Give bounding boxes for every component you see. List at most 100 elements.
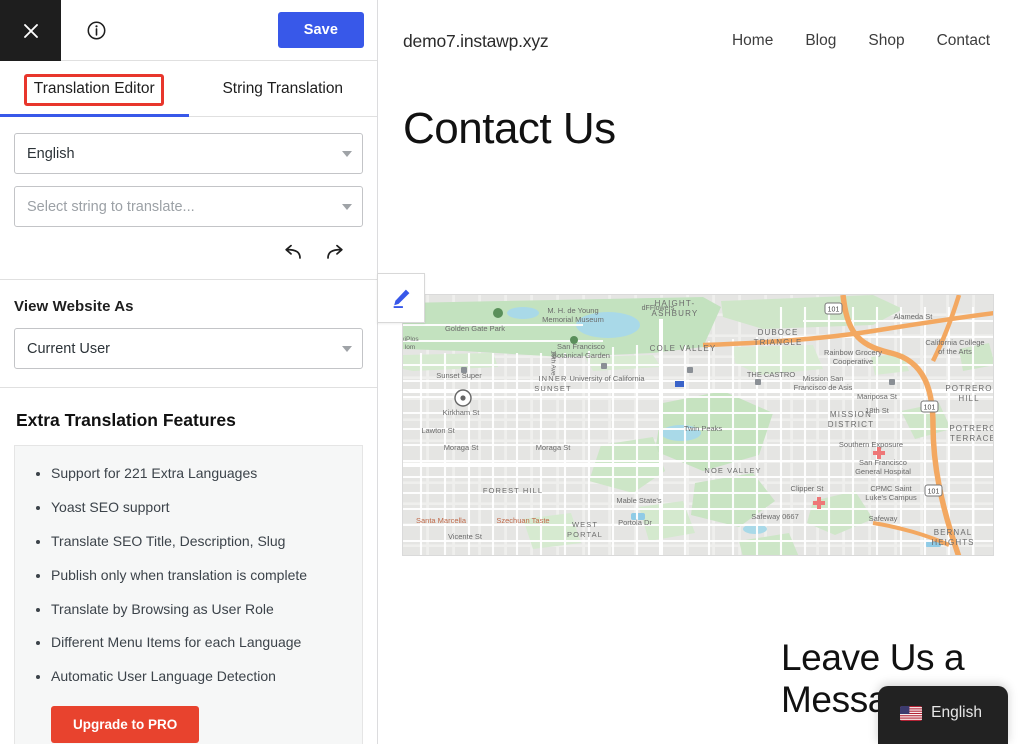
page-title: Contact Us <box>403 104 616 153</box>
chevron-down-icon <box>342 345 352 352</box>
svg-text:of the Arts: of the Arts <box>938 347 972 356</box>
close-icon[interactable] <box>0 0 61 61</box>
svg-text:POTRERO: POTRERO <box>945 384 992 393</box>
svg-text:Golden Gate Park: Golden Gate Park <box>445 324 505 333</box>
extra-features-title: Extra Translation Features <box>16 410 236 430</box>
svg-text:California College: California College <box>925 338 984 347</box>
save-button[interactable]: Save <box>277 12 364 48</box>
nav-link-contact[interactable]: Contact <box>937 32 990 50</box>
svg-text:NOE VALLEY: NOE VALLEY <box>704 466 761 475</box>
nav-link-home[interactable]: Home <box>732 32 773 50</box>
list-item: Support for 221 Extra Languages <box>51 464 348 483</box>
editor-topbar: Save <box>0 0 377 61</box>
svg-text:Clipper St: Clipper St <box>791 484 825 493</box>
extra-features-list: Support for 221 Extra Languages Yoast SE… <box>51 464 348 686</box>
extra-features-section: Extra Translation Features Support for 2… <box>0 388 377 744</box>
svg-text:Luke's Campus: Luke's Campus <box>865 493 917 502</box>
view-as-select[interactable]: Current User <box>14 328 363 369</box>
svg-text:kiPlos: kiPlos <box>403 336 419 343</box>
svg-text:DISTRICT: DISTRICT <box>828 420 875 429</box>
view-website-as-section: View Website As Current User <box>0 280 377 388</box>
site-logo[interactable]: demo7.instawp.xyz <box>403 31 549 52</box>
redo-arrow-icon[interactable] <box>325 241 349 265</box>
view-website-as-title: View Website As <box>14 298 134 315</box>
svg-text:Mission San: Mission San <box>803 374 844 383</box>
svg-text:101: 101 <box>928 489 940 496</box>
list-item: Different Menu Items for each Language <box>51 633 348 652</box>
map-canvas: 101 101 101 M. H. de Young Memorial Muse… <box>403 295 994 555</box>
svg-text:FOREST HILL: FOREST HILL <box>483 486 543 495</box>
extra-features-card: Support for 221 Extra Languages Yoast SE… <box>14 445 363 744</box>
language-switcher-badge[interactable]: English <box>878 686 1008 744</box>
svg-text:Moraga St: Moraga St <box>536 443 572 452</box>
svg-text:Memorial Museum: Memorial Museum <box>542 315 604 324</box>
pencil-edit-icon <box>393 289 410 308</box>
svg-text:SUNSET: SUNSET <box>534 384 572 393</box>
svg-text:Southern Exposure: Southern Exposure <box>839 440 903 449</box>
svg-text:San Francisco: San Francisco <box>859 458 907 467</box>
list-item: Publish only when translation is complet… <box>51 566 348 585</box>
nav-link-blog[interactable]: Blog <box>805 32 836 50</box>
string-select[interactable]: Select string to translate... <box>14 186 363 227</box>
tab-string-translation[interactable]: String Translation <box>189 61 378 116</box>
svg-text:19th Ave: 19th Ave <box>550 350 557 376</box>
list-item: Translate SEO Title, Description, Slug <box>51 532 348 551</box>
svg-text:Santa Marcella: Santa Marcella <box>416 516 467 525</box>
edit-pencil-button[interactable] <box>377 273 425 323</box>
list-item: Automatic User Language Detection <box>51 667 348 686</box>
tab-translation-editor[interactable]: Translation Editor <box>0 61 189 117</box>
svg-text:HILL: HILL <box>958 394 979 403</box>
svg-text:DUBOCE: DUBOCE <box>758 328 799 337</box>
svg-text:Kirkham St: Kirkham St <box>443 408 481 417</box>
svg-text:Mariposa St: Mariposa St <box>857 392 898 401</box>
nav-link-shop[interactable]: Shop <box>868 32 904 50</box>
svg-text:PORTAL: PORTAL <box>567 530 603 539</box>
site-header: demo7.instawp.xyz Home Blog Shop Contact <box>378 0 1024 82</box>
svg-text:101: 101 <box>924 405 936 412</box>
string-select-placeholder: Select string to translate... <box>27 198 195 215</box>
svg-text:Twin Peaks: Twin Peaks <box>684 424 723 433</box>
us-flag-icon <box>900 705 923 721</box>
contact-map[interactable]: 101 101 101 M. H. de Young Memorial Muse… <box>402 294 994 556</box>
svg-text:THE CASTRO: THE CASTRO <box>747 370 796 379</box>
translation-controls-section: English Select string to translate... <box>0 117 377 280</box>
svg-text:Francisco de Asis: Francisco de Asis <box>794 383 853 392</box>
svg-text:Lawton St: Lawton St <box>421 426 455 435</box>
upgrade-to-pro-button[interactable]: Upgrade to PRO <box>51 706 200 744</box>
svg-text:COLE VALLEY: COLE VALLEY <box>650 344 717 353</box>
svg-text:BERNAL: BERNAL <box>934 528 973 537</box>
svg-text:101: 101 <box>828 307 840 314</box>
svg-text:Portola Dr: Portola Dr <box>618 518 652 527</box>
svg-text:General Hospital: General Hospital <box>855 467 911 476</box>
svg-text:Cooperative: Cooperative <box>833 357 873 366</box>
chevron-down-icon <box>342 150 352 157</box>
tab-translation-editor-label: Translation Editor <box>33 79 155 97</box>
translation-editor-panel: Save Translation Editor String Translati… <box>0 0 378 744</box>
chevron-down-icon <box>342 203 352 210</box>
svg-text:WEST: WEST <box>572 520 598 529</box>
svg-text:18th St: 18th St <box>865 406 890 415</box>
svg-text:CPMC Saint: CPMC Saint <box>870 484 912 493</box>
list-item: Yoast SEO support <box>51 498 348 517</box>
info-circle-icon[interactable] <box>61 0 131 60</box>
svg-text:Vicente St: Vicente St <box>448 532 483 541</box>
editor-tabs: Translation Editor String Translation <box>0 61 377 117</box>
svg-text:Szechuan Taste: Szechuan Taste <box>496 516 549 525</box>
svg-text:Safeway 0667: Safeway 0667 <box>751 512 799 521</box>
svg-text:TERRACE: TERRACE <box>950 434 994 443</box>
language-select-value: English <box>27 145 75 162</box>
tab-string-translation-label: String Translation <box>222 79 344 97</box>
language-select[interactable]: English <box>14 133 363 174</box>
svg-text:HAIGHT-: HAIGHT- <box>655 299 696 308</box>
language-badge-label: English <box>931 704 982 721</box>
undo-arrow-icon[interactable] <box>279 241 303 265</box>
view-as-select-value: Current User <box>27 340 110 357</box>
svg-text:University of California: University of California <box>569 374 645 383</box>
undo-redo-group <box>14 239 363 269</box>
svg-text:Mable State's: Mable State's <box>616 496 661 505</box>
svg-text:POTRERO: POTRERO <box>949 424 994 433</box>
svg-text:M. H. de Young: M. H. de Young <box>547 306 598 315</box>
svg-text:ASHBURY: ASHBURY <box>652 309 699 318</box>
svg-text:Botanical Garden: Botanical Garden <box>552 351 610 360</box>
